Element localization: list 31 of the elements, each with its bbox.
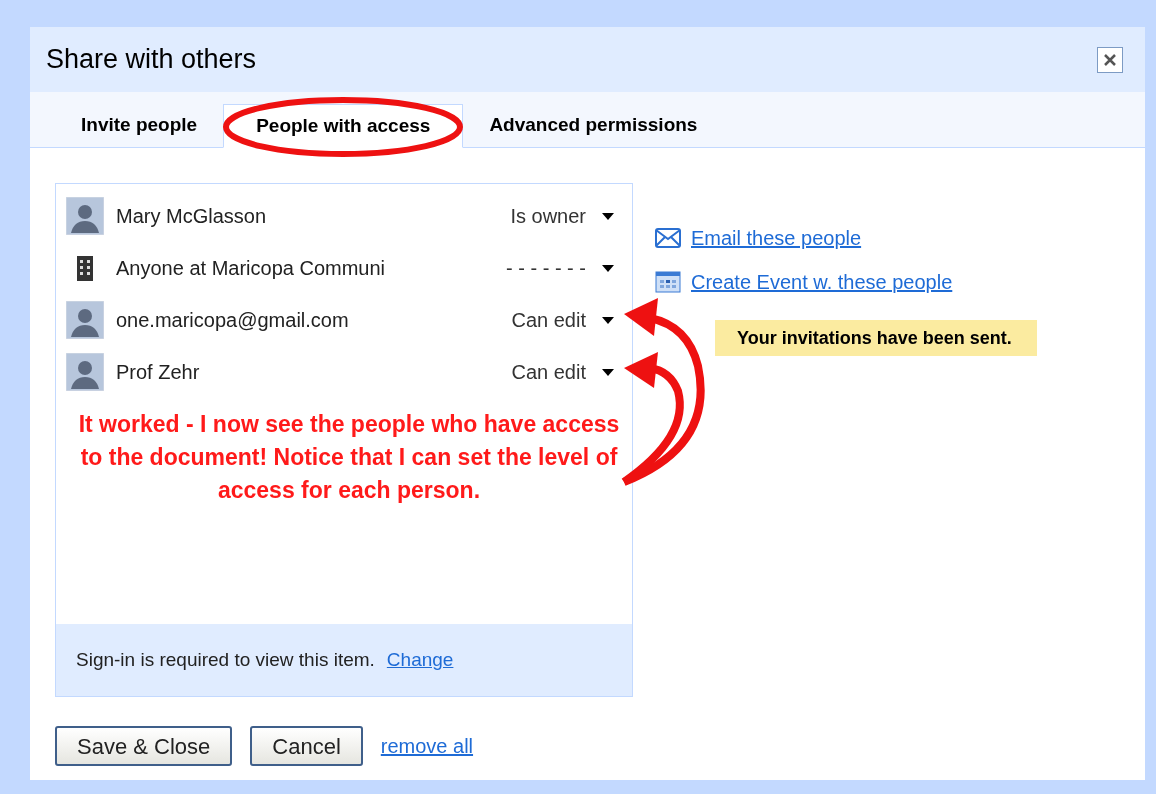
dialog-button[interactable]: Cancel xyxy=(250,726,363,766)
access-dropdown[interactable]: - - - - - - - xyxy=(506,253,614,283)
tab[interactable]: Invite people xyxy=(55,103,224,147)
caret-icon xyxy=(602,264,614,272)
notice-text: Your invitations have been sent. xyxy=(737,326,1012,350)
envelope-icon xyxy=(655,228,681,248)
tab[interactable]: Advanced permissions xyxy=(463,103,724,147)
close-button[interactable] xyxy=(1097,46,1123,73)
dialog-button[interactable]: Save & Close xyxy=(55,726,233,766)
member-name: Mary McGlasson xyxy=(116,204,268,229)
calendar-icon xyxy=(655,271,681,293)
caret-icon xyxy=(602,316,614,324)
member-name: Prof Zehr xyxy=(116,360,201,385)
dialog-title: Share with others xyxy=(46,43,257,77)
access-dropdown[interactable]: Can edit xyxy=(511,357,614,387)
change-link[interactable]: Change xyxy=(386,645,454,675)
remove-all-link[interactable]: remove all xyxy=(380,731,474,761)
caret-icon xyxy=(602,368,614,376)
access-dropdown[interactable]: Can edit xyxy=(511,305,614,335)
close-icon xyxy=(1103,52,1117,67)
action-link[interactable]: Create Event w. these people xyxy=(691,267,953,297)
person-avatar-icon xyxy=(66,197,104,235)
sign-in-text: Sign-in is required to view this item. xyxy=(76,647,375,672)
action-link[interactable]: Email these people xyxy=(691,223,862,253)
caret-icon xyxy=(602,212,614,220)
member-name: Anyone at Maricopa Communi xyxy=(116,256,386,281)
person-avatar-icon xyxy=(66,353,104,391)
person-avatar-icon xyxy=(66,301,104,339)
access-dropdown[interactable]: Is owner xyxy=(510,201,614,231)
annotation-text: It worked - I now see the people who have access to the document! Notice that I can set the level of access for each person. xyxy=(77,410,621,505)
member-name: one.maricopa@gmail.com xyxy=(116,308,350,333)
